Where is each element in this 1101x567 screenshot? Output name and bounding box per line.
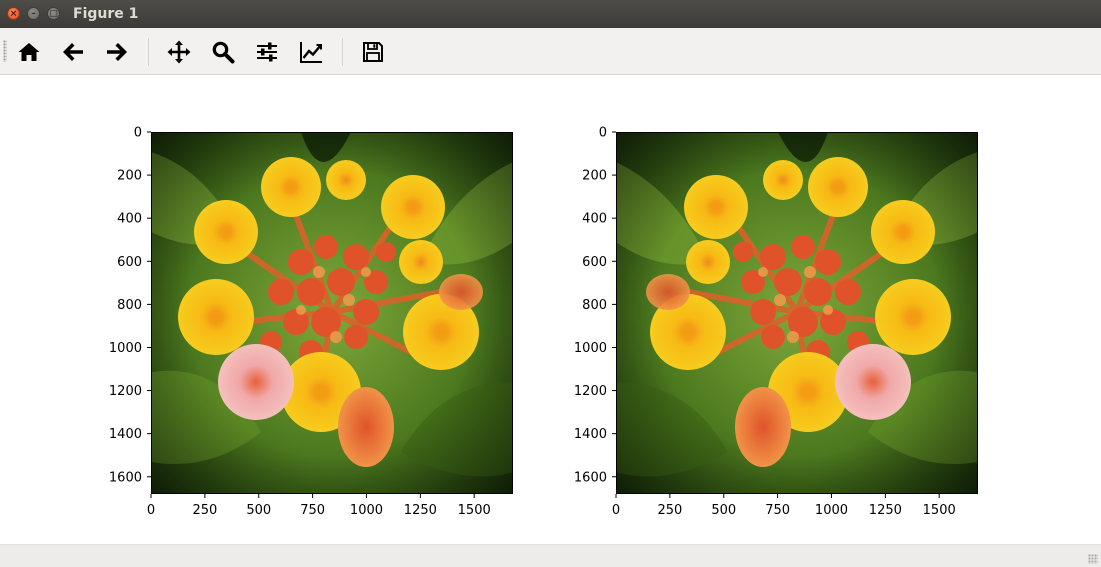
y-tick-label: 0 — [134, 126, 142, 141]
y-tick-label: 800 — [582, 298, 607, 313]
x-tick-label: 250 — [192, 503, 217, 518]
x-tick-label: 500 — [246, 503, 271, 518]
y-tick-label: 1000 — [109, 341, 142, 356]
y-tick-label: 600 — [582, 255, 607, 270]
window-title: Figure 1 — [73, 6, 139, 22]
x-tick-label: 1500 — [458, 503, 491, 518]
configure-subplots-button[interactable] — [252, 37, 282, 67]
toolbar-separator — [342, 38, 343, 66]
close-window-button[interactable]: × — [7, 7, 20, 20]
y-tick-label: 1000 — [574, 341, 607, 356]
y-tick-label: 400 — [117, 212, 142, 227]
figure-canvas[interactable]: 0 250 500 750 1000 1250 1500 0 200 400 600 800 1000 1… — [0, 76, 1101, 544]
zoom-button[interactable] — [208, 37, 238, 67]
floppy-disk-icon — [363, 42, 383, 62]
x-tick-label: 750 — [300, 503, 325, 518]
y-tick-label: 200 — [117, 169, 142, 184]
y-tick-label: 1200 — [109, 384, 142, 399]
magnifier-icon — [212, 41, 235, 64]
arrow-left-icon — [63, 43, 83, 61]
y-tick-label: 600 — [117, 255, 142, 270]
y-tick-label: 0 — [599, 126, 607, 141]
window-titlebar: × – □ Figure 1 — [0, 0, 1101, 28]
line-chart-icon — [300, 42, 322, 63]
sliders-icon — [257, 42, 277, 62]
x-tick-label: 750 — [765, 503, 790, 518]
y-tick-label: 400 — [582, 212, 607, 227]
minimize-window-button[interactable]: – — [27, 7, 40, 20]
subplot-right-image: 0 250 500 750 1000 1250 1500 0 200 400 600 800 1000 1… — [574, 126, 978, 518]
y-tick-label: 1400 — [109, 427, 142, 442]
toolbar-grip-handle[interactable] — [3, 40, 7, 62]
pan-button[interactable] — [164, 37, 194, 67]
y-tick-label: 1200 — [574, 384, 607, 399]
navigation-toolbar — [0, 28, 1101, 75]
x-tick-label: 0 — [612, 503, 620, 518]
y-tick-label: 1600 — [574, 470, 607, 485]
y-tick-label: 1600 — [109, 470, 142, 485]
arrow-right-icon — [107, 43, 127, 61]
x-tick-label: 1500 — [923, 503, 956, 518]
x-tick-label: 1250 — [869, 503, 902, 518]
y-tick-label: 200 — [582, 169, 607, 184]
y-tick-label: 800 — [117, 298, 142, 313]
figure-svg: 0 250 500 750 1000 1250 1500 0 200 400 600 800 1000 1… — [109, 126, 1101, 518]
x-tick-label: 1250 — [404, 503, 437, 518]
back-button[interactable] — [58, 37, 88, 67]
x-tick-label: 1000 — [350, 503, 383, 518]
forward-button[interactable] — [102, 37, 132, 67]
move-arrows-icon — [167, 40, 191, 64]
toolbar-separator — [148, 38, 149, 66]
subplot-left-image: 0 250 500 750 1000 1250 1500 0 200 400 600 800 1000 1… — [109, 126, 513, 518]
edit-axes-button[interactable] — [296, 37, 326, 67]
left-image-photo — [151, 132, 513, 494]
y-tick-label: 1400 — [574, 427, 607, 442]
right-image-photo — [616, 132, 978, 494]
save-button[interactable] — [358, 37, 388, 67]
x-tick-label: 0 — [147, 503, 155, 518]
maximize-window-button[interactable]: □ — [47, 7, 60, 20]
status-bar — [0, 544, 1101, 567]
home-icon — [18, 43, 40, 61]
home-button[interactable] — [14, 37, 44, 67]
window-resize-grip[interactable] — [1088, 554, 1098, 564]
x-tick-label: 250 — [657, 503, 682, 518]
x-tick-label: 500 — [711, 503, 736, 518]
x-tick-label: 1000 — [815, 503, 848, 518]
